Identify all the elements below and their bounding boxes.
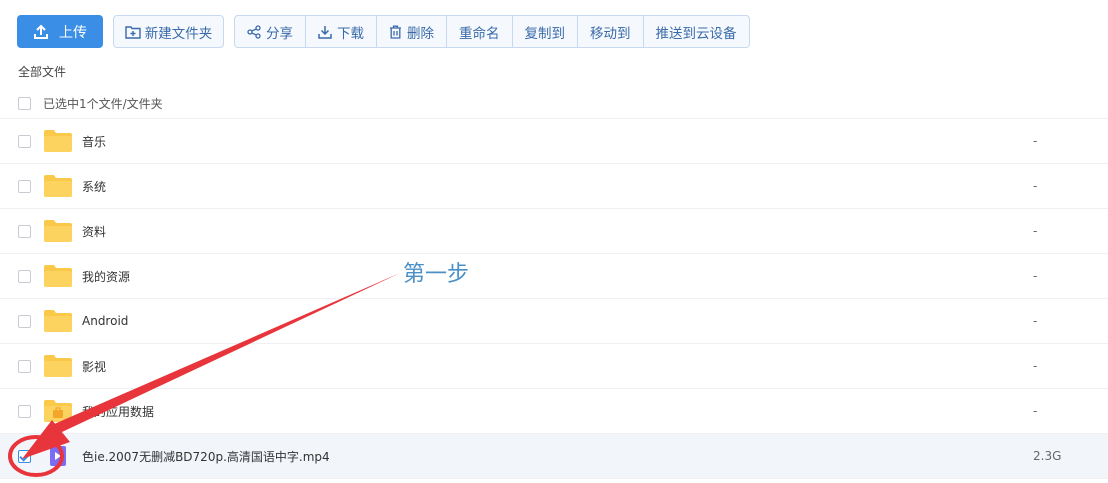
file-size: 2.3G (1033, 449, 1062, 463)
delete-button[interactable]: 删除 (376, 16, 446, 47)
file-name[interactable]: 影视 (82, 358, 106, 375)
push-to-cloud-device-button[interactable]: 推送到云设备 (642, 16, 749, 47)
file-size: - (1033, 314, 1038, 328)
file-name[interactable]: 资料 (82, 223, 106, 240)
file-row[interactable]: 我的资源 - (0, 254, 1108, 299)
file-size: - (1033, 224, 1038, 238)
selection-bar: 已选中1个文件/文件夹 (0, 88, 1108, 119)
copy-to-label: 复制到 (524, 25, 566, 42)
file-list: 音乐 - 系统 - 资料 - 我的资源 - Android - 影视 - 我的应… (0, 119, 1108, 479)
file-name[interactable]: 我的资源 (82, 268, 130, 285)
rename-button[interactable]: 重命名 (446, 16, 512, 47)
folder-icon (44, 130, 72, 152)
row-checkbox[interactable] (18, 179, 31, 193)
folder-icon (44, 355, 72, 377)
folder-icon (44, 175, 72, 197)
toolbar: 上传 新建文件夹 分享 下载 删除 重命名 复制到 移动到 推送到云设备 (17, 15, 750, 48)
row-checkbox-checked[interactable] (18, 449, 31, 463)
share-label: 分享 (266, 25, 293, 42)
file-name[interactable]: 音乐 (82, 133, 106, 150)
file-name[interactable]: 色ie.2007无删减BD720p.高清国语中字.mp4 (82, 448, 330, 465)
new-folder-label: 新建文件夹 (144, 25, 213, 42)
file-name[interactable]: Android (82, 314, 128, 328)
file-name[interactable]: 系统 (82, 178, 106, 195)
new-folder-button[interactable]: 新建文件夹 (113, 15, 224, 48)
download-icon (318, 25, 332, 39)
delete-label: 删除 (407, 25, 434, 42)
upload-icon (34, 24, 48, 39)
app-folder-icon (44, 400, 72, 422)
upload-label: 上传 (59, 24, 87, 41)
copy-to-button[interactable]: 复制到 (511, 16, 578, 47)
row-checkbox[interactable] (18, 359, 31, 373)
file-row[interactable]: 影视 - (0, 344, 1108, 389)
download-button[interactable]: 下载 (305, 16, 376, 47)
file-size: - (1033, 404, 1038, 418)
share-button[interactable]: 分享 (235, 16, 305, 47)
share-icon (247, 24, 261, 39)
video-file-icon (44, 445, 72, 467)
rename-label: 重命名 (459, 25, 500, 42)
file-actions-group: 分享 下载 删除 重命名 复制到 移动到 推送到云设备 (234, 15, 750, 48)
upload-button[interactable]: 上传 (17, 15, 103, 48)
file-row[interactable]: 系统 - (0, 164, 1108, 209)
push-to-cloud-device-label: 推送到云设备 (655, 25, 737, 42)
breadcrumb[interactable]: 全部文件 (18, 63, 66, 80)
file-row[interactable]: 我的应用数据 - (0, 389, 1108, 434)
row-checkbox[interactable] (18, 224, 31, 238)
file-size: - (1033, 269, 1038, 283)
row-checkbox[interactable] (18, 269, 31, 283)
selection-count-text: 已选中1个文件/文件夹 (43, 96, 163, 111)
file-size: - (1033, 359, 1038, 373)
new-folder-icon (125, 25, 141, 39)
trash-icon (390, 25, 401, 39)
folder-icon (44, 310, 72, 332)
file-row[interactable]: Android - (0, 299, 1108, 344)
file-row[interactable]: 资料 - (0, 209, 1108, 254)
row-checkbox[interactable] (18, 134, 31, 148)
download-label: 下载 (337, 25, 364, 42)
file-size: - (1033, 179, 1038, 193)
move-to-button[interactable]: 移动到 (577, 16, 643, 47)
folder-icon (44, 220, 72, 242)
file-row[interactable]: 音乐 - (0, 119, 1108, 164)
file-size: - (1033, 134, 1038, 148)
row-checkbox[interactable] (18, 314, 31, 328)
file-row[interactable]: 色ie.2007无删减BD720p.高清国语中字.mp4 2.3G (0, 434, 1108, 479)
select-all-checkbox[interactable] (18, 96, 31, 110)
row-checkbox[interactable] (18, 404, 31, 418)
move-to-label: 移动到 (590, 25, 631, 42)
file-name[interactable]: 我的应用数据 (82, 403, 154, 420)
folder-icon (44, 265, 72, 287)
